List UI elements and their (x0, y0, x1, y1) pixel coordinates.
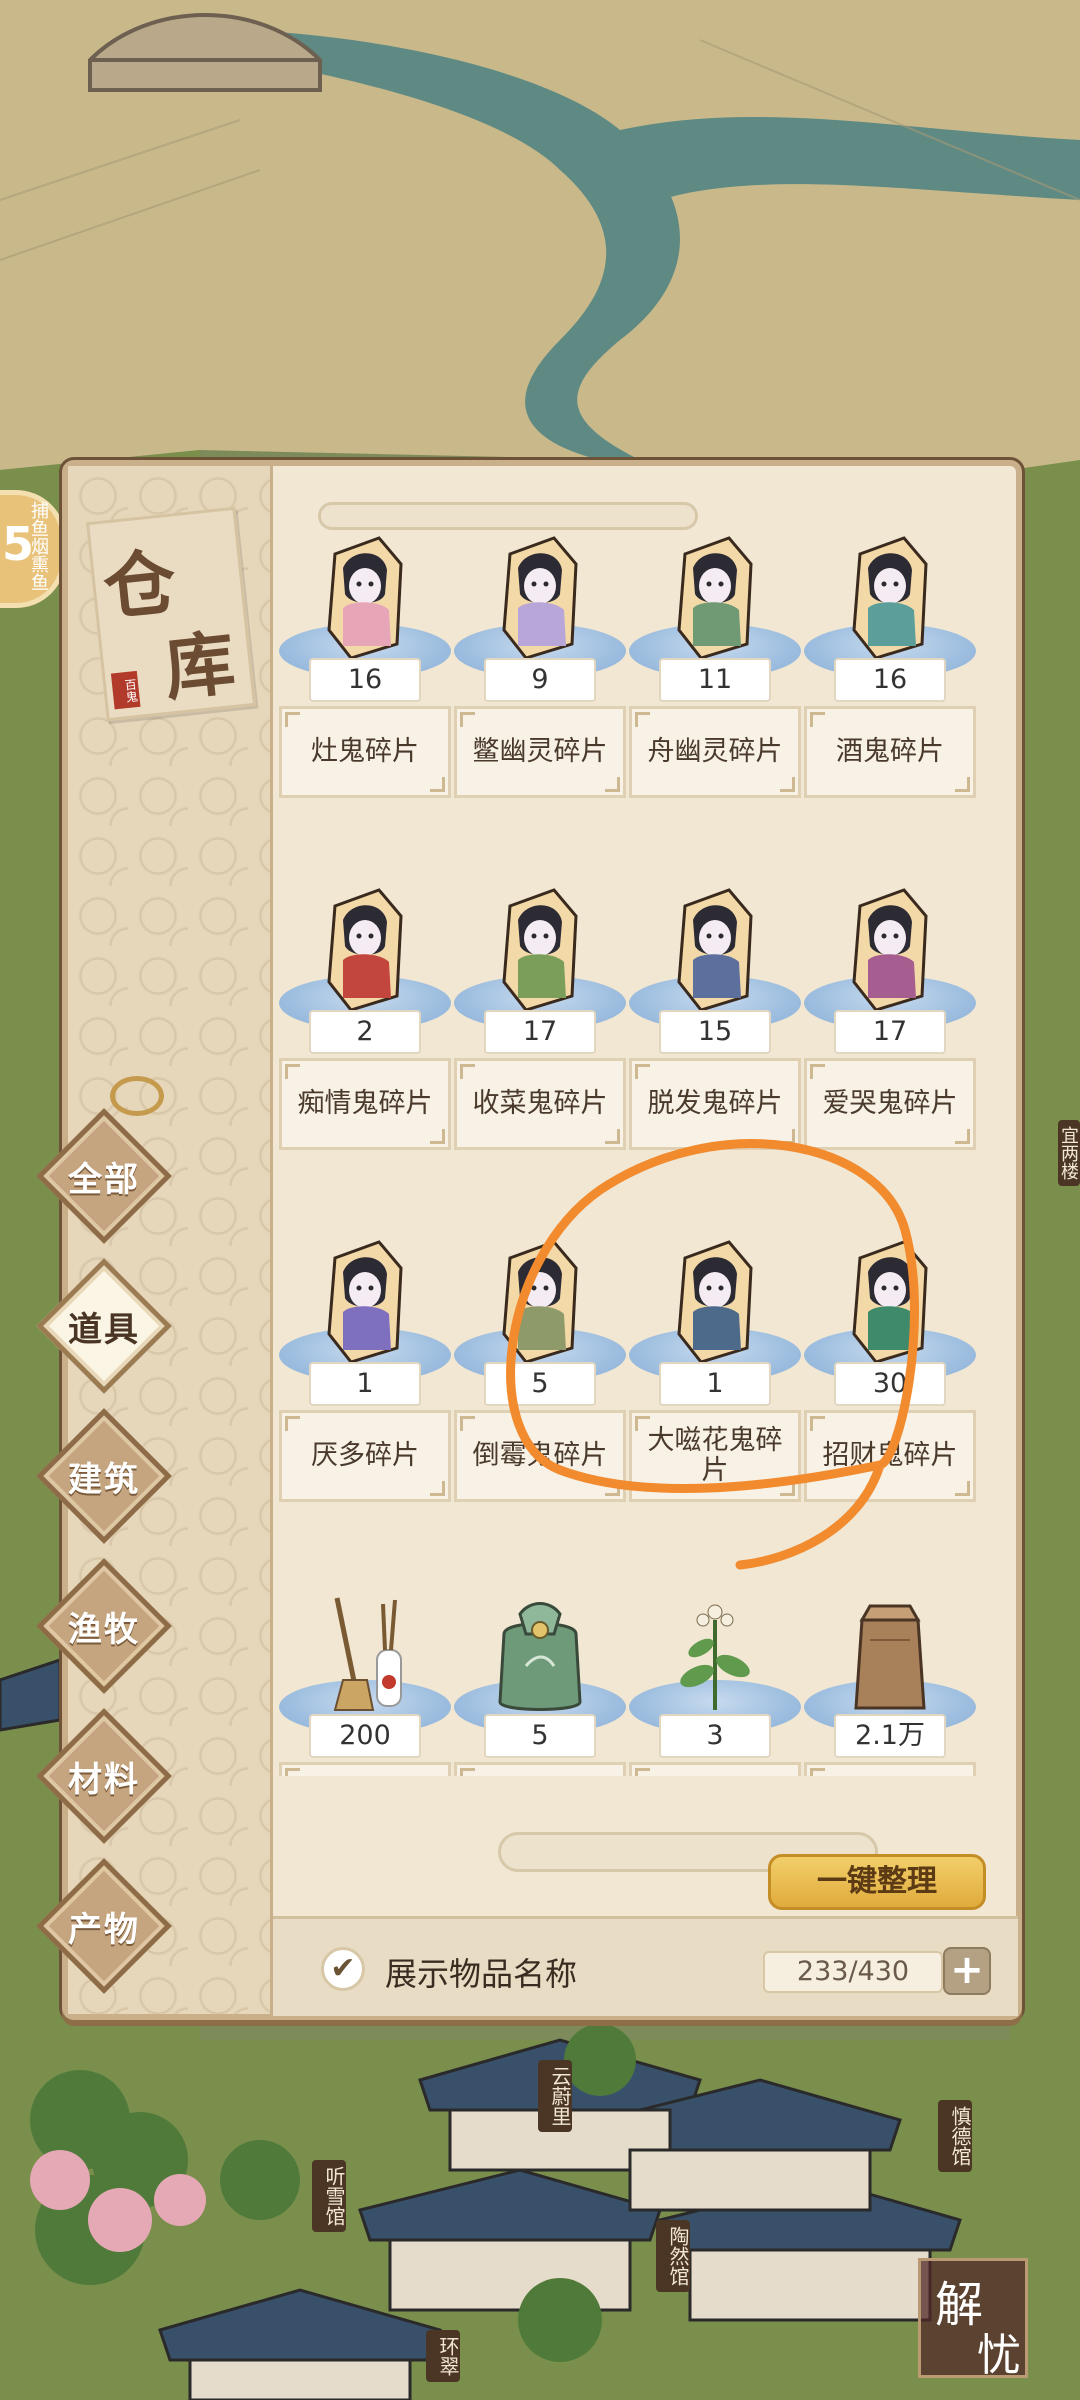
expand-capacity-button[interactable]: + (943, 1947, 991, 1995)
ghost-fragment-icon (321, 886, 409, 1016)
item-count: 5 (484, 1362, 596, 1406)
building-label[interactable]: 慎德馆 (938, 2100, 972, 2172)
bottom-bar: ✔ 展示物品名称 233/430 + (273, 1916, 1018, 2016)
show-names-checkbox[interactable]: ✔ (321, 1947, 365, 1991)
building-label[interactable]: 陶然馆 (656, 2220, 690, 2292)
corner-stamp-logo[interactable]: 解 忧 (918, 2258, 1028, 2381)
inventory-item[interactable]: 17 收菜鬼碎片 (454, 886, 626, 1226)
ghost-fragment-icon (846, 886, 934, 1016)
ghost-fragment-icon (496, 534, 584, 664)
ghost-fragment-icon (846, 534, 934, 664)
item-name: 酒鬼碎片 (804, 706, 976, 798)
ghost-fragment-icon (671, 1238, 759, 1368)
item-count: 1 (309, 1362, 421, 1406)
item-name: 痴情鬼碎片 (279, 1058, 451, 1150)
item-count: 2 (309, 1010, 421, 1054)
ghost-fragment-icon (321, 534, 409, 664)
tab-label: 产物 (68, 1909, 140, 1950)
building-label[interactable]: 云蔚里 (538, 2060, 572, 2132)
inventory-item[interactable]: 1 大嗞花鬼碎片 (629, 1238, 801, 1578)
feed-bag-icon (846, 1590, 934, 1720)
item-grid: 16 灶鬼碎片 9 鳖幽灵碎片 11 舟幽灵碎片 16 酒鬼碎片 2 痴情鬼碎片 17 收菜鬼碎片 15… (273, 486, 1008, 1776)
item-count: 2.1万 (834, 1714, 946, 1758)
tab-label: 渔牧 (68, 1609, 140, 1650)
inventory-item[interactable]: 30 招财鬼碎片 (804, 1238, 976, 1578)
item-count: 3 (659, 1714, 771, 1758)
building-label[interactable]: 听雪馆 (312, 2160, 346, 2232)
item-name: 灶鬼碎片 (279, 706, 451, 798)
item-count: 17 (834, 1010, 946, 1054)
tab-materials[interactable]: 材料 (34, 1706, 174, 1846)
inventory-item[interactable]: 200 扫把 (279, 1590, 451, 1776)
item-name: 中级礼物 (454, 1762, 626, 1776)
tab-buildings[interactable]: 建筑 (34, 1406, 174, 1546)
show-names-label: 展示物品名称 (385, 1955, 578, 1993)
item-count: 16 (309, 658, 421, 702)
stamp-char-1: 解 (935, 2277, 984, 2333)
broom-icon (321, 1590, 409, 1720)
ghost-fragment-icon (671, 534, 759, 664)
inventory-item[interactable]: 9 鳖幽灵碎片 (454, 534, 626, 874)
item-count: 30 (834, 1362, 946, 1406)
item-name: 脱发鬼碎片 (629, 1058, 801, 1150)
item-name: 水莽草 (629, 1762, 801, 1776)
ghost-fragment-icon (321, 1238, 409, 1368)
inventory-item[interactable]: 2.1万饲料 (804, 1590, 976, 1776)
building-label[interactable]: 环翠 (426, 2330, 460, 2382)
tab-products[interactable]: 产物 (34, 1856, 174, 1996)
tab-label: 全部 (68, 1159, 140, 1200)
inventory-item[interactable]: 3 水莽草 (629, 1590, 801, 1776)
warehouse-panel: 仓 库 百鬼 全部 道具 建筑 渔牧 材料 产物 16 灶鬼碎片 9 鳖幽灵碎片… (36, 460, 1022, 2020)
item-count: 9 (484, 658, 596, 702)
inventory-item[interactable]: 16 酒鬼碎片 (804, 534, 976, 874)
item-name: 扫把 (279, 1762, 451, 1776)
inventory-item[interactable]: 17 爱哭鬼碎片 (804, 886, 976, 1226)
item-count: 200 (309, 1714, 421, 1758)
ghost-fragment-icon (846, 1238, 934, 1368)
inventory-item[interactable]: 1 厌多碎片 (279, 1238, 451, 1578)
item-name: 饲料 (804, 1762, 976, 1776)
stamp-char-2: 忧 (977, 2330, 1021, 2381)
item-count: 16 (834, 658, 946, 702)
auto-sort-button[interactable]: 一键整理 (768, 1854, 986, 1910)
item-count: 15 (659, 1010, 771, 1054)
ghost-fragment-icon (496, 1238, 584, 1368)
herb-icon (671, 1590, 759, 1720)
inventory-item[interactable]: 15 脱发鬼碎片 (629, 886, 801, 1226)
item-count: 1 (659, 1362, 771, 1406)
inventory-item[interactable]: 5 中级礼物 (454, 1590, 626, 1776)
ghost-fragment-icon (671, 886, 759, 1016)
item-count: 11 (659, 658, 771, 702)
item-name: 大嗞花鬼碎片 (629, 1410, 801, 1502)
ghost-fragment-icon (496, 886, 584, 1016)
tab-fishing[interactable]: 渔牧 (34, 1556, 174, 1696)
item-name: 招财鬼碎片 (804, 1410, 976, 1502)
tab-all[interactable]: 全部 (34, 1106, 174, 1246)
inventory-item[interactable]: 11 舟幽灵碎片 (629, 534, 801, 874)
badge-text: 捕鱼烟熏鱼 (28, 501, 49, 591)
warehouse-title-card: 仓 库 百鬼 (85, 506, 257, 722)
item-name: 厌多碎片 (279, 1410, 451, 1502)
tab-label: 建筑 (68, 1459, 140, 1500)
tab-props[interactable]: 道具 (34, 1256, 174, 1396)
title-seal: 百鬼 (110, 670, 141, 710)
inventory-item[interactable]: 2 痴情鬼碎片 (279, 886, 451, 1226)
item-name: 收菜鬼碎片 (454, 1058, 626, 1150)
tab-label: 材料 (68, 1759, 140, 1800)
capacity-display: 233/430 (763, 1951, 943, 1993)
item-name: 舟幽灵碎片 (629, 706, 801, 798)
item-count: 17 (484, 1010, 596, 1054)
building-label[interactable]: 宜两楼 (1058, 1120, 1080, 1186)
inventory-item[interactable]: 16 灶鬼碎片 (279, 534, 451, 874)
item-name: 鳖幽灵碎片 (454, 706, 626, 798)
item-count: 5 (484, 1714, 596, 1758)
item-name: 爱哭鬼碎片 (804, 1058, 976, 1150)
item-name: 倒霉鬼碎片 (454, 1410, 626, 1502)
title-char-2: 库 (160, 620, 239, 711)
gift-bag-icon (496, 1590, 584, 1720)
tab-label: 道具 (68, 1309, 140, 1350)
inventory-item[interactable]: 5 倒霉鬼碎片 (454, 1238, 626, 1578)
